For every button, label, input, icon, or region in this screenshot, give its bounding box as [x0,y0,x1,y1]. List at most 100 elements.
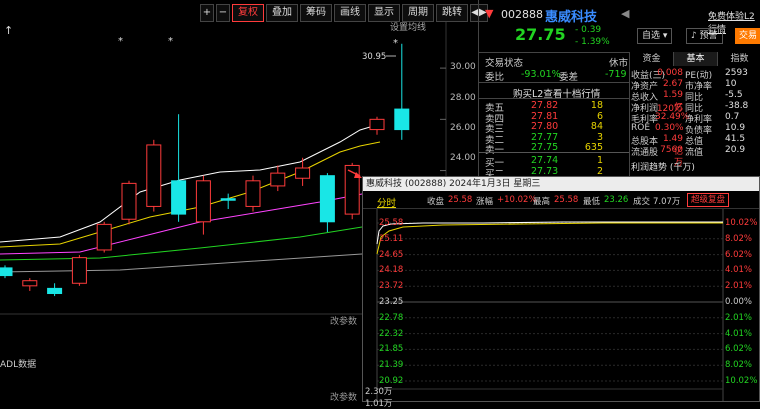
alert-button[interactable]: ♪ 预警 [686,28,723,44]
bell-icon: ♪ [691,31,697,41]
candle[interactable] [245,180,261,207]
low-value: 23.26 [604,195,629,205]
pct-axis-tick: 8.02% [725,233,753,244]
jump-button[interactable]: 跳转 [436,4,468,22]
fundamental-row: 流通股 7560万 流值 20.9 [631,145,746,168]
high-value: 25.58 [554,195,579,205]
zoom-in-button[interactable]: + [200,4,214,22]
candle[interactable] [71,257,87,284]
candle[interactable] [220,198,236,201]
price-axis-tick: 24.18 [379,265,404,276]
fundamental-row: 净资产 2.67 市净率 10 [631,79,737,92]
volume-tick: 2.30万 [365,387,393,397]
tab-basic[interactable]: 基本 [674,52,718,66]
price-axis-tick: 21.85 [379,344,404,355]
candle[interactable] [369,118,385,131]
tab-timeshare[interactable]: 分时 [377,195,396,209]
marker-star: * [393,38,398,49]
last-price: 27.75 [515,25,566,44]
draw-line-button[interactable]: 画线 [334,4,366,22]
price-tick-24: 24.00 [450,153,476,163]
amount-value: 7.07万 [653,197,681,207]
candle[interactable] [146,144,162,207]
next-arrow-icon[interactable]: ◀ [621,7,629,20]
marker-star: * [118,36,123,47]
price-change: - 0.39 [575,25,602,35]
pct-axis-tick: 2.01% [725,281,753,292]
close-value: 25.58 [448,195,473,205]
up-arrow-icon: ↑ [4,24,13,37]
stock-code: 002888 [501,8,543,21]
watchlist-button[interactable]: 自选 ▾ [637,28,673,44]
fundamental-row: 收益(三) 0.008 PE(动) 2593 [631,68,748,81]
volume-tick: 1.01万 [365,399,393,409]
price-axis-tick: 21.39 [379,360,404,371]
candle[interactable] [295,167,311,179]
pct-axis-tick: 6.02% [725,344,753,355]
ma-setting-label[interactable]: 设置均线 [390,22,426,33]
pct-axis-tick: 10.02% [725,218,758,228]
price-tick-30: 30.00 [450,62,476,72]
tab-funds[interactable]: 资金 [630,52,674,66]
candle[interactable] [270,172,286,187]
marker-star: * [168,36,173,47]
info-tabs: 资金 基本 指数 [630,52,760,66]
pct-axis-tick: 4.01% [725,265,753,276]
fundamental-row: 净利润 120万 同比 -38.8 [631,101,749,114]
price-axis-tick: 23.72 [379,281,404,292]
candle[interactable] [171,180,187,215]
pct-axis-tick: 2.01% [725,312,753,323]
pct-axis-tick: 10.02% [725,376,758,386]
candle[interactable] [195,180,211,223]
tab-index[interactable]: 指数 [718,52,760,66]
moving-average-line [0,226,363,261]
adl-indicator-label: ADL数据 [0,358,36,370]
pct-axis-tick: 8.02% [725,360,753,371]
param-label[interactable]: 改参数 [330,315,357,327]
super-replay-button[interactable]: 超级复盘 [687,193,730,207]
price-axis-tick: 24.65 [379,249,404,260]
candle[interactable] [121,182,137,220]
weibi-row: 委比 -93.01% 委差 -719 [485,69,627,83]
period-button[interactable]: 周期 [402,4,434,22]
intraday-chart[interactable] [363,209,759,401]
high-price-label: 30.95 [362,52,386,62]
chips-button[interactable]: 筹码 [300,4,332,22]
candle[interactable] [394,108,410,131]
popup-title: 惠威科技 (002888) 2024年1月3日 星期三 [363,177,759,191]
fundamental-row: 总股本 1.49亿 总值 41.5 [631,134,746,157]
price-axis-tick: 22.78 [379,312,404,323]
param-label[interactable]: 改参数 [330,391,357,402]
fundamental-row: ROE 0.30% 负债率 10.9 [631,123,746,136]
candle[interactable] [96,223,112,251]
fundamental-row: 毛利率 32.49% 净利率 0.7 [631,112,740,125]
pct-axis-tick: 6.02% [725,249,753,260]
display-button[interactable]: 显示 [368,4,400,22]
status-row: 交易状态 休市 [485,58,629,69]
moving-average-line [0,253,363,273]
popup-header: 分时 收盘 25.58 涨幅 +10.02% 最高 25.58 最低 23.26… [363,192,759,209]
trade-button[interactable]: 交易 [735,28,760,44]
price-axis-tick: 22.32 [379,328,404,339]
candle[interactable] [319,175,335,223]
chart-toolbar: + − 复权 叠加 筹码 画线 显示 周期 跳转 ◀▶ [200,4,488,22]
fundamental-row: 总收入 1.59亿 同比 -5.5 [631,90,743,113]
zoom-out-button[interactable]: − [216,4,230,22]
overlay-button[interactable]: 叠加 [266,4,298,22]
price-axis-tick: 23.25 [379,297,404,307]
candle[interactable] [22,280,38,287]
price-axis-tick: 25.11 [379,233,404,244]
price-change-pct: - 1.39% [575,37,610,47]
menu-arrow-icon[interactable]: ▼ [485,7,493,20]
price-tick-26: 26.00 [450,123,476,133]
profit-trend-label: 利润趋势 (千万) [631,163,695,173]
price-tick-28: 28.00 [450,93,476,103]
price-axis-tick: 25.58 [379,218,404,228]
pct-axis-tick: 4.01% [725,328,753,339]
candle[interactable] [0,267,13,277]
pct-axis-tick: 0.00% [725,297,753,307]
intraday-popup: 惠威科技 (002888) 2024年1月3日 星期三 分时 收盘 25.58 … [362,176,760,409]
stock-name: 惠威科技 [545,10,598,25]
candle[interactable] [47,287,63,295]
adjust-button[interactable]: 复权 [232,4,264,22]
